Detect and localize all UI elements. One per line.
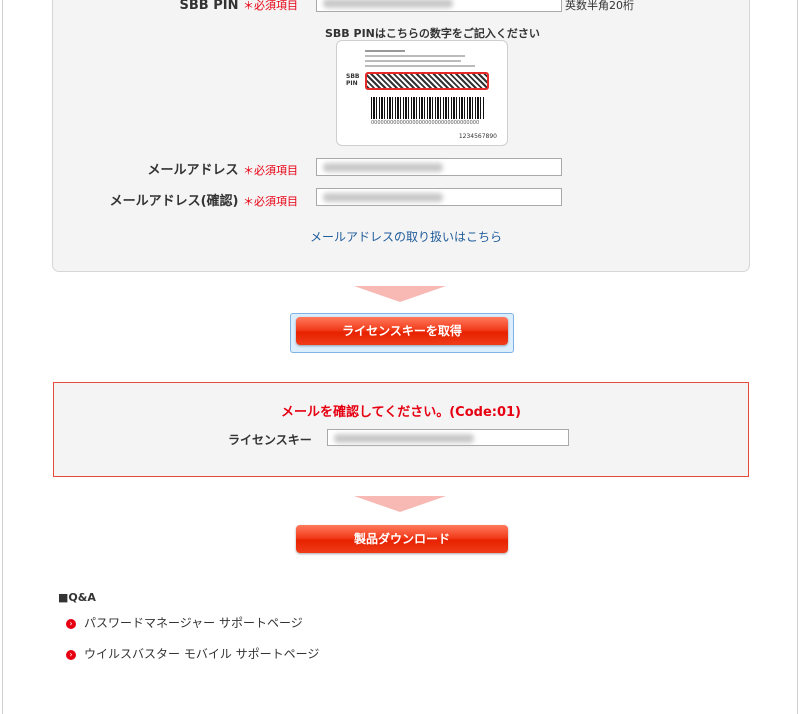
email-confirm-required-mark: ＊必須項目 (243, 195, 298, 208)
qa-item-password-manager[interactable]: › パスワードマネージャー サポートページ (66, 614, 303, 631)
chevron-right-circle-icon: › (66, 618, 76, 629)
get-license-button[interactable]: ライセンスキーを取得 (296, 317, 508, 345)
card-barcode (371, 97, 485, 119)
sbb-pin-label-text: SBB PIN (179, 0, 239, 13)
down-arrow-icon (354, 496, 446, 512)
email-policy-link[interactable]: メールアドレスの取り扱いはこちら (310, 228, 502, 245)
card-number: 1234567890 (458, 133, 497, 140)
email-confirm-label-text: メールアドレス(確認) (109, 194, 239, 209)
email-required-mark: ＊必須項目 (243, 164, 298, 177)
down-arrow-icon (354, 286, 446, 302)
qa-heading: ■Q&A (58, 591, 96, 604)
sbb-pin-format-hint: 英数半角20桁 (565, 0, 634, 12)
email-label-text: メールアドレス (147, 163, 239, 178)
card-scratch-area (365, 72, 489, 90)
card-barcode-digits: 0000000000000000000000000000000000 (371, 120, 480, 126)
card-pin-label: SBB PIN (346, 73, 360, 87)
sbb-card-illustration: SBB PIN 00000000000000000000000000000000… (336, 40, 508, 146)
sbb-pin-label: SBB PIN ＊必須項目 (8, 0, 298, 13)
result-message: メールを確認してください。(Code:01) (281, 405, 521, 420)
email-confirm-input[interactable] (316, 188, 562, 206)
email-confirm-label: メールアドレス(確認) ＊必須項目 (8, 190, 298, 209)
result-box: メールを確認してください。(Code:01) ライセンスキー (53, 382, 749, 477)
email-input[interactable] (316, 158, 562, 176)
license-key-output[interactable] (327, 429, 569, 446)
pin-instruction: SBB PINはこちらの数字をご記入ください (325, 27, 540, 40)
qa-item-label[interactable]: ウイルスバスター モバイル サポートページ (84, 647, 319, 661)
qa-item-virus-buster-mobile[interactable]: › ウイルスバスター モバイル サポートページ (66, 645, 319, 662)
qa-item-label[interactable]: パスワードマネージャー サポートページ (84, 616, 303, 630)
email-label: メールアドレス ＊必須項目 (8, 159, 298, 178)
chevron-right-circle-icon: › (66, 649, 76, 660)
sbb-pin-required-mark: ＊必須項目 (243, 0, 298, 12)
sbb-pin-input[interactable] (316, 0, 562, 12)
license-key-label: ライセンスキー (228, 433, 312, 447)
product-download-button[interactable]: 製品ダウンロード (296, 525, 508, 553)
